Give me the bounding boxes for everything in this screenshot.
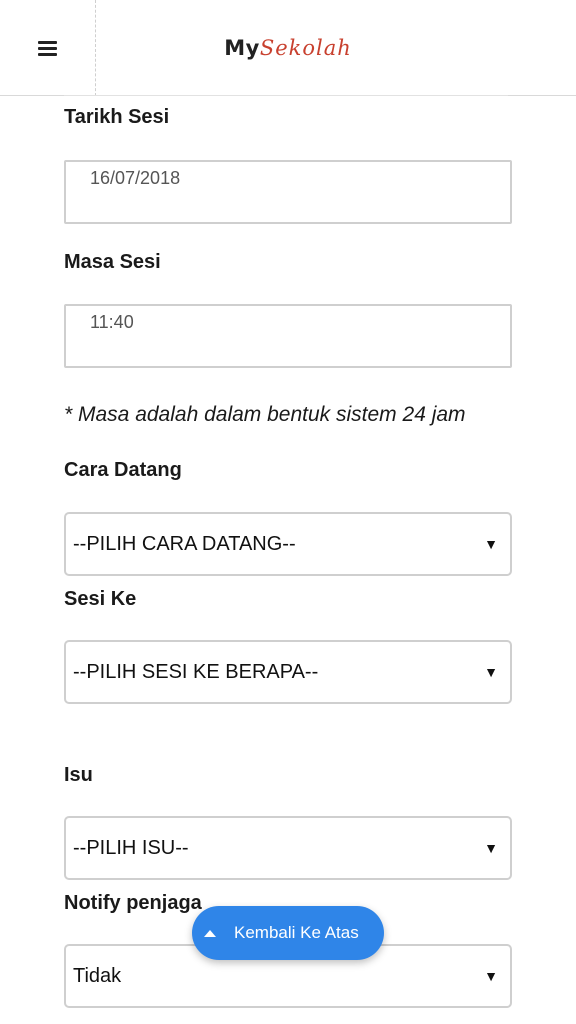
divider	[64, 95, 508, 96]
hamburger-icon	[38, 40, 57, 56]
isu-select[interactable]: --PILIH ISU-- ▼	[64, 816, 512, 880]
chevron-down-icon: ▼	[484, 664, 498, 680]
isu-label: Isu	[64, 764, 93, 786]
tarikh-sesi-input[interactable]: 16/07/2018	[64, 160, 512, 224]
masa-sesi-label: Masa Sesi	[64, 251, 161, 273]
sesi-ke-label: Sesi Ke	[64, 588, 137, 610]
cara-datang-label: Cara Datang	[64, 459, 182, 481]
brand-logo-part2: Sekolah	[259, 36, 352, 60]
brand-logo[interactable]: My Sekolah	[96, 0, 480, 96]
notify-penjaga-value: Tidak	[73, 964, 122, 987]
app-header: My Sekolah	[0, 0, 576, 96]
back-to-top-button[interactable]: Kembali Ke Atas	[192, 906, 384, 960]
sesi-ke-value: --PILIH SESI KE BERAPA--	[73, 660, 319, 683]
notify-penjaga-label: Notify penjaga	[64, 892, 202, 914]
back-to-top-label: Kembali Ke Atas	[234, 923, 359, 942]
brand-logo-part1: My	[224, 36, 260, 60]
cara-datang-value: --PILIH CARA DATANG--	[73, 532, 296, 555]
sesi-ke-select[interactable]: --PILIH SESI KE BERAPA-- ▼	[64, 640, 512, 704]
cara-datang-select[interactable]: --PILIH CARA DATANG-- ▼	[64, 512, 512, 576]
tarikh-sesi-label: Tarikh Sesi	[64, 106, 170, 128]
menu-button[interactable]	[0, 0, 96, 96]
isu-value: --PILIH ISU--	[73, 836, 189, 859]
arrow-up-icon	[204, 929, 216, 937]
chevron-down-icon: ▼	[484, 536, 498, 552]
chevron-down-icon: ▼	[484, 968, 498, 984]
chevron-down-icon: ▼	[484, 840, 498, 856]
masa-note: * Masa adalah dalam bentuk sistem 24 jam	[64, 403, 466, 426]
masa-sesi-input[interactable]: 11:40	[64, 304, 512, 368]
